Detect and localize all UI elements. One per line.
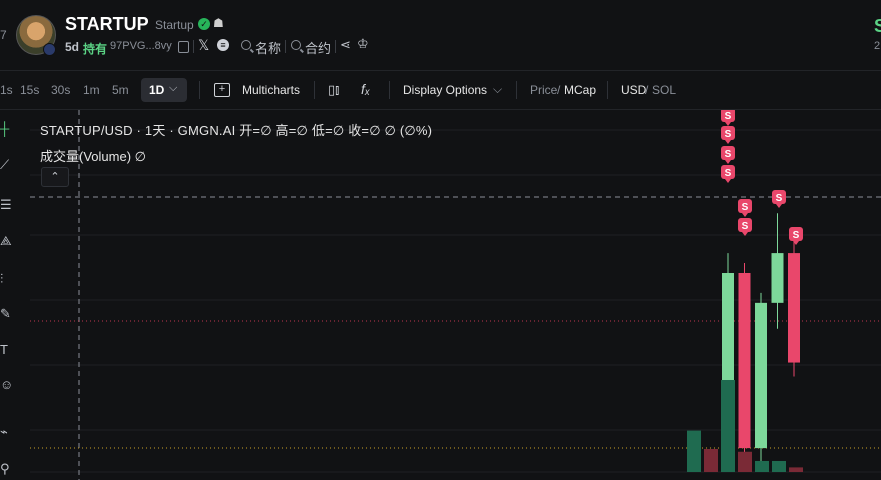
chart-legend-title: STARTUP/USD · 1天 · GMGN.AI 开=∅ 高=∅ 低=∅ 收…: [40, 123, 433, 138]
search-name-icon: [241, 40, 251, 50]
timeframe-1d-label: 1D: [149, 83, 165, 97]
ruler-tool-icon[interactable]: ⌁: [0, 423, 14, 441]
sell-marker-tip: [725, 140, 731, 144]
text-tool-icon[interactable]: T: [0, 341, 14, 359]
contract-address: 97PVG...8vy: [110, 40, 172, 52]
token-age: 5d: [65, 40, 80, 54]
sell-marker-label: S: [776, 193, 783, 204]
candle-body: [738, 273, 751, 449]
fib-tool-icon[interactable]: ☰: [0, 196, 14, 214]
share-icon[interactable]: ⋖: [340, 37, 351, 53]
chef-icon: ☗: [213, 16, 224, 30]
divider: [193, 40, 194, 53]
sell-marker-label: S: [725, 129, 732, 140]
divider: [314, 81, 315, 99]
candle-body: [788, 253, 800, 363]
timeframe-15s[interactable]: 15s: [20, 83, 39, 97]
divider: [335, 40, 336, 53]
indicators-icon[interactable]: fₓ: [361, 81, 370, 97]
usd-toggle[interactable]: USD: [621, 83, 646, 97]
trendline-tool-icon[interactable]: ⟋: [0, 156, 14, 174]
volume-legend: 成交量(Volume) ∅: [40, 149, 146, 164]
sell-marker-label: S: [793, 230, 800, 241]
price-chart[interactable]: SSSSSSSS: [30, 110, 881, 480]
volume-bar: [738, 451, 752, 472]
divider: [607, 81, 608, 99]
toggle-slash: /: [645, 83, 649, 97]
sell-marker-label: S: [725, 168, 732, 179]
sell-marker-label: S: [725, 149, 732, 160]
search-contract-icon: [291, 40, 301, 50]
price-toggle[interactable]: Price: [530, 83, 557, 97]
candle-body: [755, 302, 767, 449]
search-name-link[interactable]: 名称: [255, 38, 281, 57]
volume-bar: [789, 467, 803, 472]
chain-badge-icon: [43, 43, 56, 56]
token-header: 7 STARTUP Startup ✓ ☗ 5d 持有 97PVG...8vy …: [0, 0, 881, 71]
volume-bar: [704, 449, 718, 472]
pattern-tool-icon[interactable]: ⟁: [0, 232, 14, 250]
multicharts-button[interactable]: Multicharts: [242, 83, 300, 97]
token-subname: Startup: [155, 18, 194, 32]
sell-marker-label: S: [742, 221, 749, 232]
timeframe-5m[interactable]: 5m: [112, 83, 129, 97]
zoom-tool-icon[interactable]: ⚲: [0, 460, 14, 478]
sell-marker-label: S: [725, 111, 732, 122]
sell-marker-tip: [776, 204, 782, 208]
sell-marker-label: S: [742, 202, 749, 213]
price-sub: 2: [874, 40, 881, 52]
timeframe-1m[interactable]: 1m: [83, 83, 100, 97]
mcap-toggle[interactable]: MCap: [564, 83, 596, 97]
volume-bar: [755, 460, 769, 472]
add-chart-icon[interactable]: +: [214, 83, 230, 97]
candle-body: [771, 253, 784, 303]
divider: [389, 81, 390, 99]
sell-marker-tip: [725, 179, 731, 183]
holding-label[interactable]: 持有: [83, 40, 107, 57]
search-contract-link[interactable]: 合约: [305, 38, 331, 57]
sell-marker-tip: [742, 213, 748, 217]
volume-bar: [721, 380, 735, 472]
divider: [516, 81, 517, 99]
collapse-legend-button[interactable]: ⌃: [41, 167, 69, 187]
display-options-button[interactable]: Display Options: [403, 83, 487, 97]
x-twitter-icon[interactable]: 𝕏: [198, 37, 209, 54]
menu-icon[interactable]: ≡: [217, 39, 229, 51]
volume-bar: [772, 460, 786, 472]
copy-icon[interactable]: [178, 41, 189, 53]
chevron-down-icon: ⌵: [169, 82, 178, 94]
projection-tool-icon[interactable]: ⫶: [0, 270, 14, 288]
chevron-down-icon: ⌵: [493, 82, 503, 96]
sell-marker-tip: [725, 160, 731, 164]
crown-icon[interactable]: ♔: [357, 36, 369, 52]
sol-toggle[interactable]: SOL: [652, 83, 676, 97]
sell-marker-tip: [725, 122, 731, 126]
divider: [285, 40, 286, 53]
price-symbol: S: [874, 16, 881, 36]
brush-tool-icon[interactable]: ✎: [0, 305, 14, 323]
candle-style-icon[interactable]: ▯⫾: [328, 82, 339, 98]
crosshair-tool-icon[interactable]: ┼: [0, 120, 14, 138]
timeframe-30s[interactable]: 30s: [51, 83, 70, 97]
verified-icon: ✓: [198, 18, 210, 30]
timeframe-1s[interactable]: 1s: [0, 83, 13, 97]
divider: [199, 81, 200, 99]
token-name: STARTUP: [65, 14, 149, 34]
volume-bar: [687, 430, 701, 472]
edge-number: 7: [0, 28, 7, 42]
emoji-tool-icon[interactable]: ☺: [0, 376, 14, 394]
toggle-slash: /: [557, 83, 561, 97]
